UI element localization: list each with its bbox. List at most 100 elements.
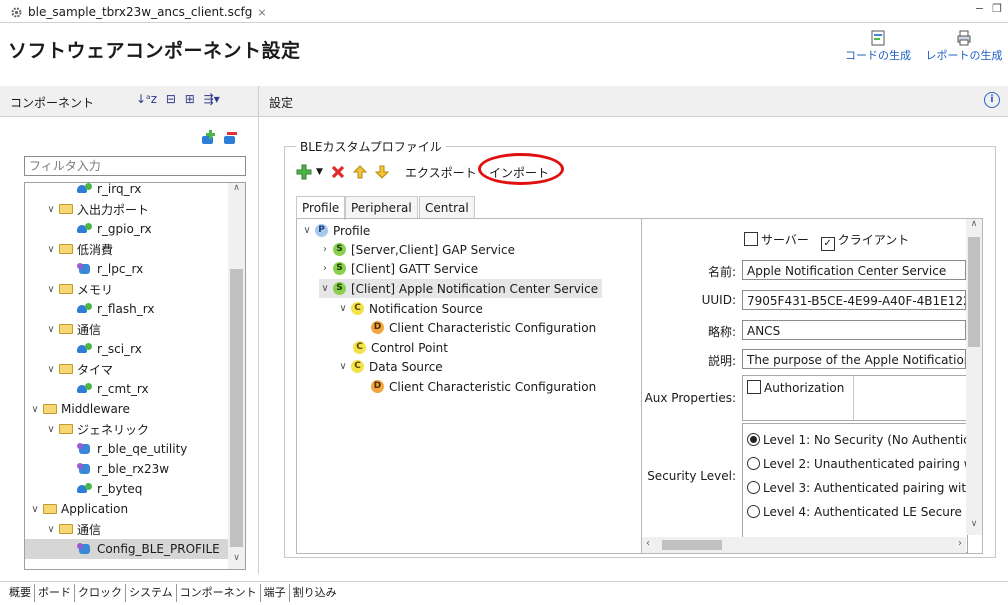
- tree-item[interactable]: r_ble_rx23w: [77, 459, 169, 479]
- tab-interrupts[interactable]: 割り込み: [290, 584, 340, 602]
- tab-system[interactable]: システム: [126, 584, 177, 602]
- tree-item[interactable]: ∨ 通信: [45, 319, 101, 339]
- tree-item[interactable]: ∨ タイマ: [45, 359, 113, 379]
- security-level-2[interactable]: Level 2: Unauthenticated pairing w: [747, 454, 974, 474]
- remove-component-icon[interactable]: [222, 130, 238, 146]
- client-checkbox[interactable]: ✓: [820, 237, 835, 251]
- tree-item[interactable]: r_sci_rx: [77, 339, 142, 359]
- server-checkbox[interactable]: [744, 232, 758, 246]
- tree-item[interactable]: r_gpio_rx: [77, 219, 152, 239]
- scroll-down-icon[interactable]: ∨: [228, 553, 245, 569]
- tab-profile[interactable]: Profile: [296, 196, 346, 220]
- scrollbar-thumb[interactable]: [230, 269, 243, 547]
- tab-central[interactable]: Central: [419, 196, 475, 219]
- uuid-field[interactable]: 7905F431-B5CE-4E99-A40F-4B1E122D0: [742, 290, 966, 310]
- chevron-down-icon[interactable]: ∨: [45, 244, 57, 255]
- chevron-down-icon[interactable]: ∨: [29, 404, 41, 415]
- tree-item[interactable]: D Client Characteristic Configuration: [371, 377, 596, 396]
- tree-item-selected[interactable]: Config_BLE_PROFILE: [25, 539, 229, 559]
- authorization-option[interactable]: Authorization: [747, 380, 844, 395]
- radio[interactable]: [747, 457, 760, 470]
- tree-item[interactable]: › S [Client] GATT Service: [319, 259, 478, 278]
- minimize-icon[interactable]: −: [975, 2, 984, 15]
- chevron-down-icon[interactable]: ∨: [45, 204, 57, 215]
- tree-item[interactable]: C Control Point: [353, 338, 448, 357]
- scroll-up-icon[interactable]: ∧: [228, 183, 245, 199]
- delete-icon[interactable]: [331, 165, 345, 179]
- chevron-down-icon[interactable]: ∨: [45, 364, 57, 375]
- tree-item[interactable]: D Client Characteristic Configuration: [371, 318, 596, 337]
- chevron-down-icon[interactable]: ∨: [337, 361, 349, 372]
- editor-tab[interactable]: ble_sample_tbrx23w_ancs_client.scfg ⨯: [4, 2, 273, 22]
- scroll-left-icon[interactable]: ‹: [646, 538, 650, 549]
- tree-item[interactable]: › S [Server,Client] GAP Service: [319, 240, 515, 259]
- dropdown-icon[interactable]: ▼: [316, 167, 323, 177]
- tab-overview[interactable]: 概要: [6, 584, 35, 602]
- chevron-right-icon[interactable]: ›: [319, 263, 331, 274]
- chevron-right-icon[interactable]: ›: [319, 244, 331, 255]
- detail-scrollbar[interactable]: ∧ ∨: [966, 219, 982, 535]
- tree-item[interactable]: r_byteq: [77, 479, 142, 499]
- tab-peripheral[interactable]: Peripheral: [345, 196, 418, 219]
- add-icon[interactable]: [296, 164, 312, 180]
- scroll-down-icon[interactable]: ∨: [966, 519, 982, 535]
- tab-components[interactable]: コンポーネント: [176, 584, 261, 602]
- tree-item[interactable]: ∨ 通信: [45, 519, 101, 539]
- chevron-down-icon[interactable]: ∨: [45, 284, 57, 295]
- detail-horizontal-scrollbar[interactable]: ‹ ›: [642, 537, 966, 553]
- chevron-down-icon[interactable]: ∨: [319, 283, 331, 294]
- tree-item[interactable]: ∨ 低消費: [45, 239, 113, 259]
- move-down-icon[interactable]: [374, 165, 389, 179]
- security-level-4[interactable]: Level 4: Authenticated LE Secure C: [747, 502, 974, 522]
- chevron-down-icon[interactable]: ∨: [45, 524, 57, 535]
- tree-item[interactable]: r_cmt_rx: [77, 379, 149, 399]
- tree-item[interactable]: ∨ C Notification Source: [337, 299, 483, 318]
- radio-selected[interactable]: [747, 433, 760, 446]
- tree-scrollbar[interactable]: ∧ ∨: [228, 183, 245, 569]
- chevron-down-icon[interactable]: ∨: [45, 424, 57, 435]
- chevron-down-icon[interactable]: ∨: [29, 504, 41, 515]
- tab-board[interactable]: ボード: [35, 584, 75, 602]
- scrollbar-thumb[interactable]: [968, 237, 980, 347]
- security-level-1[interactable]: Level 1: No Security (No Authentic: [747, 430, 970, 450]
- tree-item[interactable]: ∨ Middleware: [29, 399, 130, 419]
- radio[interactable]: [747, 505, 760, 518]
- export-button[interactable]: エクスポート: [405, 164, 477, 181]
- generate-report-button[interactable]: レポートの生成: [924, 30, 1004, 63]
- info-icon[interactable]: i: [984, 92, 1000, 108]
- abbreviation-field[interactable]: ANCS: [742, 320, 966, 340]
- expand-all-icon[interactable]: ⊞: [185, 92, 195, 106]
- tab-clock[interactable]: クロック: [75, 584, 126, 602]
- tree-item[interactable]: r_flash_rx: [77, 299, 154, 319]
- sort-icon[interactable]: ↓ᵃz: [136, 92, 157, 106]
- authorization-checkbox[interactable]: [747, 380, 761, 394]
- tree-item[interactable]: ∨ メモリ: [45, 279, 113, 299]
- tree-item[interactable]: r_irq_rx: [77, 183, 141, 199]
- description-field[interactable]: The purpose of the Apple Notification: [742, 349, 966, 369]
- chevron-down-icon[interactable]: ∨: [301, 225, 313, 236]
- generate-code-button[interactable]: コードの生成: [838, 30, 918, 63]
- tree-item[interactable]: ∨ ジェネリック: [45, 419, 149, 439]
- tree-item[interactable]: ∨ Application: [29, 499, 128, 519]
- scroll-up-icon[interactable]: ∧: [966, 219, 982, 235]
- collapse-all-icon[interactable]: ⊟: [166, 92, 176, 106]
- chevron-down-icon[interactable]: ∨: [45, 324, 57, 335]
- restore-icon[interactable]: ❐: [992, 2, 1002, 15]
- move-up-icon[interactable]: [352, 165, 367, 179]
- tree-item[interactable]: ∨ P Profile: [301, 221, 370, 240]
- tree-item-selected[interactable]: ∨ S [Client] Apple Notification Center Ser…: [319, 279, 603, 298]
- security-level-3[interactable]: Level 3: Authenticated pairing witl: [747, 478, 969, 498]
- filter-input[interactable]: [24, 156, 246, 176]
- scrollbar-thumb[interactable]: [662, 540, 722, 550]
- filter-options-icon[interactable]: ⇶▾: [204, 92, 220, 106]
- close-icon[interactable]: ⨯: [257, 6, 266, 19]
- scroll-right-icon[interactable]: ›: [958, 538, 962, 549]
- chevron-down-icon[interactable]: ∨: [337, 303, 349, 314]
- tree-item[interactable]: ∨ C Data Source: [337, 357, 442, 376]
- tree-item[interactable]: r_ble_qe_utility: [77, 439, 187, 459]
- tab-pins[interactable]: 端子: [261, 584, 290, 602]
- add-component-icon[interactable]: [200, 130, 216, 146]
- radio[interactable]: [747, 481, 760, 494]
- tree-item[interactable]: r_lpc_rx: [77, 259, 143, 279]
- name-field[interactable]: Apple Notification Center Service: [742, 260, 966, 280]
